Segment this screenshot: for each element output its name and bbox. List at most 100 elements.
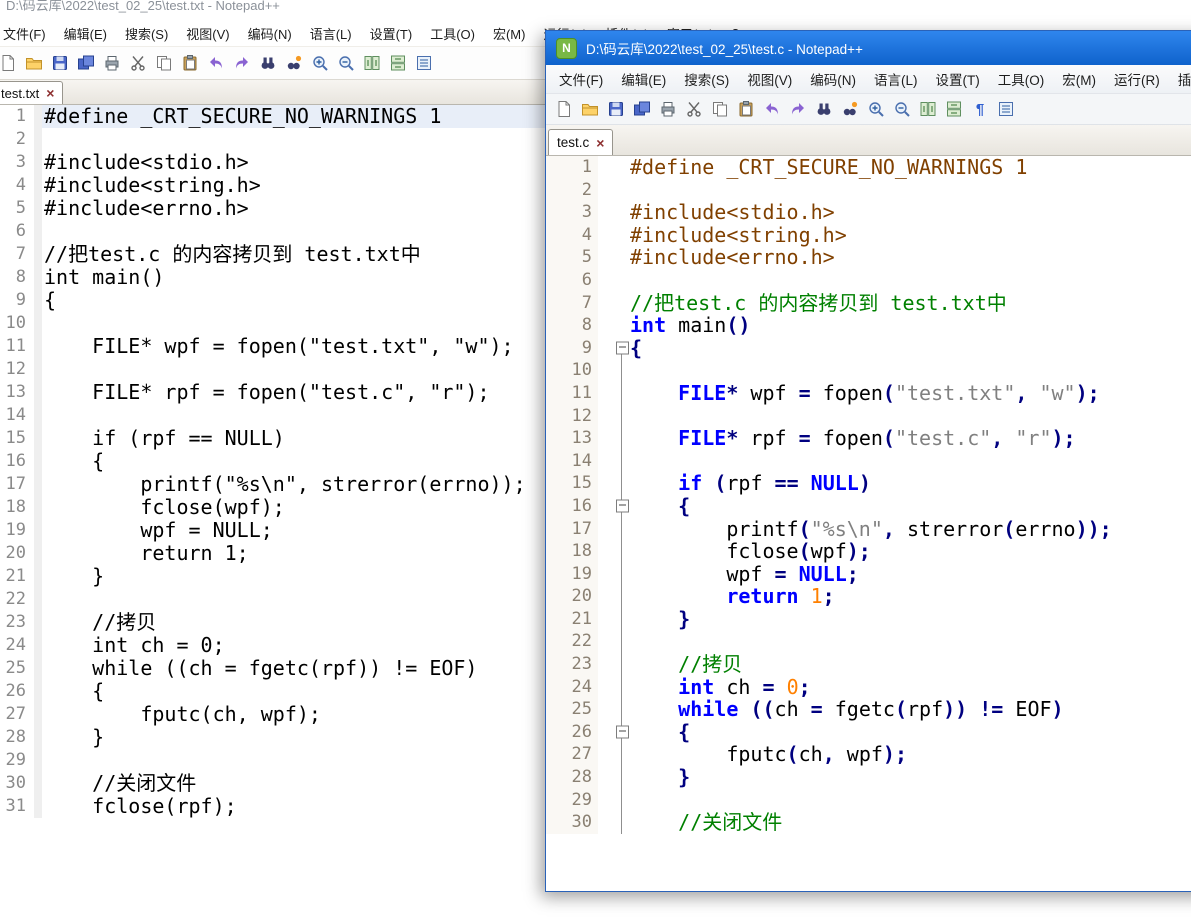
new-file-icon[interactable] <box>0 52 19 75</box>
sync-v-icon[interactable] <box>916 98 939 121</box>
code-editor[interactable]: 1#define _CRT_SECURE_NO_WARNINGS 123#inc… <box>546 156 1191 834</box>
replace-icon[interactable] <box>282 52 305 75</box>
menu-item[interactable]: 文件(F) <box>550 69 612 89</box>
save-icon[interactable] <box>48 52 71 75</box>
fold-margin <box>598 472 624 495</box>
print-icon[interactable] <box>656 98 679 121</box>
menu-item[interactable]: 编辑(E) <box>612 69 675 89</box>
doc-list-icon[interactable] <box>412 52 435 75</box>
paste-icon[interactable] <box>734 98 757 121</box>
fold-line <box>621 563 622 586</box>
menu-item[interactable]: 编辑(E) <box>55 24 116 43</box>
copy-icon[interactable] <box>708 98 731 121</box>
menu-item[interactable]: 视图(V) <box>738 69 801 89</box>
menu-item[interactable]: 宏(M) <box>1053 69 1105 89</box>
menu-item[interactable]: 运行(R) <box>1105 69 1169 89</box>
menu-item[interactable]: 搜索(S) <box>116 24 177 43</box>
code-text: wpf = NULL; <box>624 563 1191 586</box>
code-line: 30 //关闭文件 <box>546 811 1191 834</box>
fold-collapse-icon[interactable] <box>616 342 629 355</box>
menu-item[interactable]: 插件(P) <box>1169 69 1191 89</box>
copy-icon[interactable] <box>152 52 175 75</box>
undo-icon[interactable] <box>204 52 227 75</box>
show-symbol-icon[interactable]: ¶ <box>968 98 991 121</box>
zoom-in-icon[interactable] <box>308 52 331 75</box>
line-number: 7 <box>0 243 34 266</box>
window-title-bar[interactable]: D:\码云库\2022\test_02_25\test.txt - Notepa… <box>0 0 1191 20</box>
token-pln: rpf <box>726 471 774 495</box>
undo-icon[interactable] <box>760 98 783 121</box>
menu-item[interactable]: 设置(T) <box>927 69 989 89</box>
menu-item[interactable]: 编码(N) <box>801 69 865 89</box>
token-str: "%s\n" <box>811 517 883 541</box>
line-number: 18 <box>546 540 598 563</box>
redo-icon[interactable] <box>786 98 809 121</box>
token-kw: FILE <box>678 381 726 405</box>
fold-line <box>621 743 622 766</box>
redo-icon[interactable] <box>230 52 253 75</box>
doc-list-icon[interactable] <box>994 98 1017 121</box>
menu-item[interactable]: 搜索(S) <box>675 69 738 89</box>
menu-item[interactable]: 语言(L) <box>865 69 927 89</box>
menu-item[interactable]: 宏(M) <box>484 24 535 43</box>
code-line: 1#define _CRT_SECURE_NO_WARNINGS 1 <box>546 156 1191 179</box>
token-op: ( <box>787 742 799 766</box>
menu-item[interactable]: 编码(N) <box>239 24 301 43</box>
sync-h-icon[interactable] <box>386 52 409 75</box>
line-number: 28 <box>546 766 598 789</box>
fold-margin <box>598 518 624 541</box>
code-text: } <box>624 766 1191 789</box>
menu-item[interactable]: 设置(T) <box>361 24 422 43</box>
save-all-icon[interactable] <box>74 52 97 75</box>
fold-margin <box>598 314 624 337</box>
open-folder-icon[interactable] <box>22 52 45 75</box>
zoom-out-icon[interactable] <box>334 52 357 75</box>
menu-item[interactable]: 视图(V) <box>177 24 238 43</box>
tab-test-c[interactable]: test.c × <box>548 129 613 155</box>
token-op: ( <box>895 697 907 721</box>
find-icon[interactable] <box>812 98 835 121</box>
zoom-in-icon[interactable] <box>864 98 887 121</box>
save-all-icon[interactable] <box>630 98 653 121</box>
code-line: 18 fclose(wpf); <box>546 540 1191 563</box>
paste-icon[interactable] <box>178 52 201 75</box>
replace-icon[interactable] <box>838 98 861 121</box>
find-icon[interactable] <box>256 52 279 75</box>
token-kw: while <box>678 697 738 721</box>
token-op: = <box>811 697 823 721</box>
code-text: { <box>624 495 1191 518</box>
cut-icon[interactable] <box>126 52 149 75</box>
save-icon[interactable] <box>604 98 627 121</box>
line-number: 5 <box>0 197 34 220</box>
line-number: 4 <box>0 174 34 197</box>
token-str: "test.txt" <box>895 381 1015 405</box>
notepadpp-window-test-c[interactable]: N D:\码云库\2022\test_02_25\test.c - Notepa… <box>545 30 1191 892</box>
tab-test-txt[interactable]: test.txt × <box>0 81 63 104</box>
bookmark-margin <box>34 404 42 427</box>
code-text: return 1; <box>624 585 1191 608</box>
new-file-icon[interactable] <box>552 98 575 121</box>
print-icon[interactable] <box>100 52 123 75</box>
sync-v-icon[interactable] <box>360 52 383 75</box>
menu-item[interactable]: 工具(O) <box>989 69 1054 89</box>
zoom-out-icon[interactable] <box>890 98 913 121</box>
line-number: 1 <box>0 105 34 128</box>
token-pln <box>630 471 678 495</box>
line-number: 19 <box>546 563 598 586</box>
open-folder-icon[interactable] <box>578 98 601 121</box>
notepadpp-icon: N <box>556 38 577 59</box>
fold-collapse-icon[interactable] <box>616 500 629 513</box>
token-pln <box>630 494 678 518</box>
cut-icon[interactable] <box>682 98 705 121</box>
fold-collapse-icon[interactable] <box>616 726 629 739</box>
sync-h-icon[interactable] <box>942 98 965 121</box>
menu-item[interactable]: 工具(O) <box>421 24 484 43</box>
window-title-bar[interactable]: N D:\码云库\2022\test_02_25\test.c - Notepa… <box>546 31 1191 65</box>
token-pln: fopen <box>811 426 883 450</box>
menu-item[interactable]: 语言(L) <box>301 24 361 43</box>
close-icon[interactable]: × <box>46 86 54 100</box>
line-number: 14 <box>546 450 598 473</box>
menu-item[interactable]: 文件(F) <box>0 24 55 43</box>
close-icon[interactable]: × <box>596 136 604 150</box>
code-text <box>624 450 1191 473</box>
